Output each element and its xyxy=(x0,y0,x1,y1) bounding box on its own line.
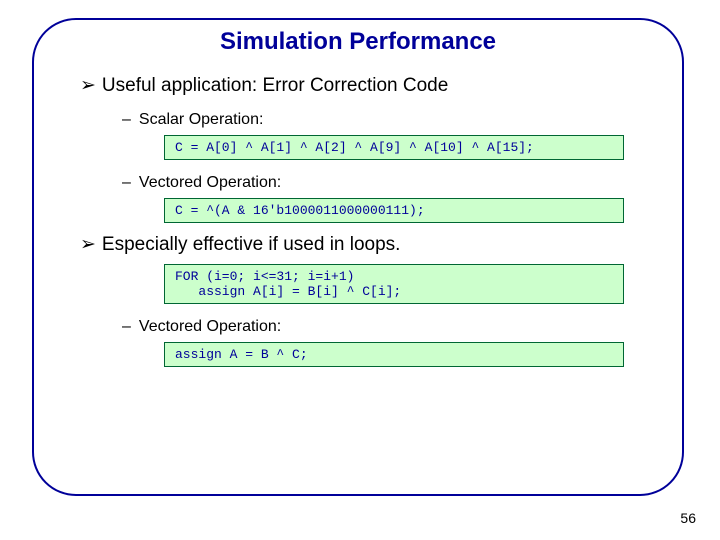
arrow-icon: ➢ xyxy=(80,75,96,96)
code-box-scalar: C = A[0] ^ A[1] ^ A[2] ^ A[9] ^ A[10] ^ … xyxy=(164,135,624,160)
bullet-level1: ➢ Useful application: Error Correction Co… xyxy=(80,74,642,97)
dash-icon: – xyxy=(122,111,131,128)
bullet-level2: –Scalar Operation: xyxy=(122,111,642,129)
slide-title: Simulation Performance xyxy=(74,28,642,56)
dash-icon: – xyxy=(122,174,131,191)
bullet-text: Especially effective if used in loops. xyxy=(102,234,401,255)
page-number: 56 xyxy=(680,510,696,526)
dash-icon: – xyxy=(122,318,131,335)
code-box-vectored-1: C = ^(A & 16'b1000011000000111); xyxy=(164,198,624,223)
sub-bullet-text: Vectored Operation: xyxy=(139,174,281,191)
code-box-loop: FOR (i=0; i<=31; i=i+1) assign A[i] = B[… xyxy=(164,264,624,304)
bullet-level1: ➢ Especially effective if used in loops. xyxy=(80,233,642,256)
slide-frame: Simulation Performance ➢ Useful applicati… xyxy=(32,18,684,496)
code-box-vectored-2: assign A = B ^ C; xyxy=(164,342,624,367)
bullet-level2: –Vectored Operation: xyxy=(122,318,642,336)
bullet-level2: –Vectored Operation: xyxy=(122,174,642,192)
sub-bullet-text: Scalar Operation: xyxy=(139,111,264,128)
slide: Simulation Performance ➢ Useful applicati… xyxy=(0,0,720,540)
bullet-text: Useful application: Error Correction Cod… xyxy=(102,75,448,96)
sub-bullet-text: Vectored Operation: xyxy=(139,318,281,335)
arrow-icon: ➢ xyxy=(80,234,96,255)
